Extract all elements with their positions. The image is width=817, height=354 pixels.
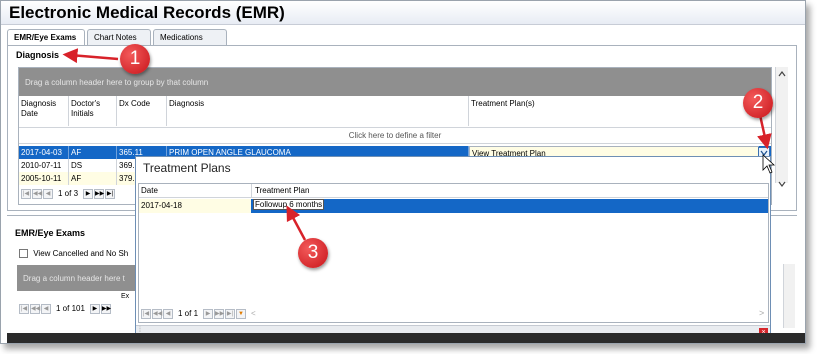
first-page-button[interactable]: |◀	[141, 308, 151, 319]
filter-icon[interactable]: ▼	[236, 308, 247, 319]
diagnosis-section-label: Diagnosis	[16, 50, 60, 60]
popup-pager: |◀ ◀◀ ◀ 1 of 1 ▶ ▶▶ ▶| ▼ <	[141, 307, 256, 320]
background-window-strip	[7, 333, 805, 343]
page-indicator: 1 of 101	[56, 304, 85, 313]
cell-date: 2005-10-11	[19, 172, 69, 185]
eye-exams-section-label: EMR/Eye Exams	[15, 228, 86, 238]
column-header-date[interactable]: Date	[141, 186, 158, 195]
scroll-right-icon[interactable]: >	[759, 308, 764, 318]
next-group-button[interactable]: ▶▶	[100, 303, 111, 314]
eye-exams-group-panel[interactable]: Drag a column header here t	[17, 265, 137, 291]
prev-group-button[interactable]: ◀◀	[152, 308, 162, 319]
cell-initials: AF	[69, 172, 117, 185]
eye-exams-pager: |◀ ◀◀ ◀ 1 of 101 ▶ ▶▶	[19, 302, 111, 315]
tab-label: Chart Notes	[94, 33, 137, 42]
column-header-doctors-initials[interactable]: Doctor's Initials	[69, 96, 117, 126]
callout-1: 1	[120, 44, 150, 74]
tab-label: Medications	[160, 33, 203, 42]
treatment-plans-popup: Treatment Plans Date Treatment Plan 2017…	[135, 156, 771, 339]
popup-header-row: Date Treatment Plan	[139, 184, 768, 198]
column-divider	[251, 184, 252, 198]
first-page-button[interactable]: |◀	[19, 303, 29, 314]
table-row[interactable]: 2017-04-18 Followup 6 months	[139, 199, 768, 213]
tab-medications[interactable]: Medications	[153, 29, 227, 46]
page-indicator: 1 of 3	[58, 189, 79, 198]
treatment-plans-grid: Date Treatment Plan 2017-04-18 Followup …	[138, 183, 769, 323]
popup-title: Treatment Plans	[143, 161, 231, 175]
page-indicator: 1 of 1	[178, 309, 199, 318]
next-page-button[interactable]: ▶	[83, 188, 94, 199]
column-header-dx-code[interactable]: Dx Code	[117, 96, 167, 126]
cell-treatment-plan: Followup 6 months	[251, 199, 768, 213]
next-page-button[interactable]: ▶	[89, 303, 100, 314]
column-header-diagnosis-date[interactable]: Diagnosis Date	[19, 96, 69, 126]
treatment-plan-text[interactable]: Followup 6 months	[253, 199, 325, 210]
scroll-left-icon[interactable]: <	[251, 309, 256, 318]
cell-dx-code: 379.	[117, 172, 137, 185]
eye-exams-scrollbar[interactable]	[783, 264, 795, 328]
first-page-button[interactable]: |◀	[21, 188, 31, 199]
tab-chart-notes[interactable]: Chart Notes	[87, 29, 151, 46]
filter-row[interactable]: Click here to define a filter	[19, 127, 771, 144]
column-header-diagnosis[interactable]: Diagnosis	[167, 96, 469, 126]
checkbox-label: View Cancelled and No Sh	[33, 249, 129, 258]
view-cancelled-checkbox-row[interactable]: View Cancelled and No Sh	[19, 249, 129, 259]
callout-2: 2	[743, 88, 773, 118]
tab-label: EMR/Eye Exams	[14, 33, 77, 42]
cell-initials: DS	[69, 159, 117, 172]
diagnosis-scrollbar[interactable]	[775, 67, 788, 187]
last-page-button[interactable]: ▶|	[225, 308, 236, 319]
column-header-treatment-plan[interactable]: Treatment Plan	[255, 186, 309, 195]
cell-dx-code: 369.	[117, 159, 137, 172]
prev-page-button[interactable]: ◀	[43, 188, 53, 199]
table-row[interactable]: 2005-10-11 AF 379.	[19, 172, 137, 185]
next-group-button[interactable]: ▶▶	[214, 308, 224, 319]
prev-page-button[interactable]: ◀	[163, 308, 173, 319]
scroll-down-icon[interactable]	[776, 179, 788, 189]
next-page-button[interactable]: ▶	[203, 308, 214, 319]
last-page-button[interactable]: ▶|	[105, 188, 116, 199]
prev-page-button[interactable]: ◀	[41, 303, 51, 314]
prev-group-button[interactable]: ◀◀	[32, 188, 42, 199]
prev-group-button[interactable]: ◀◀	[30, 303, 40, 314]
column-header-treatment-plans[interactable]: Treatment Plan(s)	[469, 96, 771, 126]
cell-date: 2017-04-03	[19, 146, 69, 159]
cell-initials: AF	[69, 146, 117, 159]
callout-3: 3	[298, 238, 328, 268]
diagnosis-pager: |◀ ◀◀ ◀ 1 of 3 ▶ ▶▶ ▶|	[21, 187, 116, 200]
view-cancelled-checkbox[interactable]	[19, 249, 28, 259]
title-bar: Electronic Medical Records (EMR)	[1, 1, 805, 25]
window-title: Electronic Medical Records (EMR)	[9, 3, 285, 22]
column-header-ex[interactable]: Ex	[121, 293, 129, 300]
cell-date: 2010-07-11	[19, 159, 69, 172]
scroll-up-icon[interactable]	[776, 69, 788, 79]
next-group-button[interactable]: ▶▶	[94, 188, 104, 199]
cell-date: 2017-04-18	[139, 199, 251, 213]
